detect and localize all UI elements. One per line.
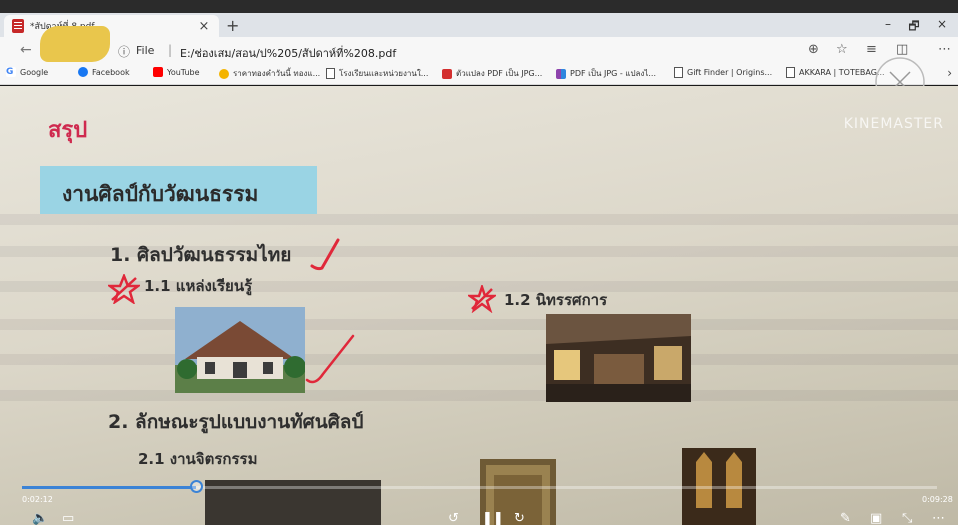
google-icon: G [6, 67, 16, 77]
section-1-heading: 1. ศิลปวัฒนธรรมไทย [110, 244, 292, 266]
address-url[interactable]: E:/ช่องเสม/สอน/ป%205/สัปดาห์ที่%208.pdf [180, 44, 396, 62]
pause-icon[interactable]: ❚❚ [482, 511, 504, 525]
kinemaster-watermark: KINEMASTER [843, 116, 944, 132]
caption-icon[interactable]: ▭ [62, 511, 74, 525]
summary-label: สรุป [48, 118, 88, 143]
favorite-star-icon[interactable]: ☆ [836, 42, 848, 57]
check-mark-icon [305, 334, 355, 384]
tab-bar: *สัปดาห์ที่ 8.pdf × + – 🗗 × [0, 13, 958, 37]
exhibition-photo [546, 314, 691, 402]
player-more-icon[interactable]: ⋯ [932, 511, 945, 525]
section-2-heading: 2. ลักษณะรูปแบบงานทัศนศิลป์ [108, 411, 364, 433]
current-time: 0:02:12 [22, 495, 53, 504]
zoom-icon[interactable]: ⊕ [808, 42, 819, 57]
window-top-strip [0, 0, 958, 13]
bookmarks-bar: G Google Facebook YouTube ราคาทองคำวันนี… [0, 63, 958, 85]
bookmark-google[interactable]: G Google [6, 67, 48, 77]
bookmark-schools[interactable]: โรงเรียนและหน่วยงานใ... [326, 67, 428, 80]
page-icon [326, 68, 335, 79]
bookmarks-more-icon[interactable]: › [947, 66, 952, 80]
minimize-player-icon[interactable]: ⤡ [902, 511, 912, 525]
more-icon[interactable]: ⋯ [938, 42, 951, 57]
bleed-through-line [0, 354, 958, 365]
summary-badge [40, 26, 110, 62]
converter-icon [556, 68, 566, 79]
close-window-button[interactable]: × [932, 17, 952, 31]
page-title: งานศิลป์กับวัฒนธรรม [62, 182, 259, 206]
screen-icon[interactable]: ▣ [870, 511, 882, 525]
red-star-icon [468, 285, 496, 313]
check-mark-icon [310, 238, 340, 271]
forward-icon[interactable]: ↻ [514, 511, 525, 525]
edit-icon[interactable]: ✎ [840, 511, 851, 525]
total-time: 0:09:28 [922, 495, 953, 504]
pdf-icon [442, 68, 452, 79]
bookmark-gold-price[interactable]: ราคาทองคำวันนี้ ทองแ... [219, 67, 320, 80]
browser-tab-active[interactable]: *สัปดาห์ที่ 8.pdf × [4, 15, 219, 37]
section-1-1-heading: 1.1 แหล่งเรียนรู้ [144, 277, 253, 295]
video-progress-knob[interactable] [190, 480, 203, 493]
back-arrow-icon[interactable]: ← [20, 42, 32, 58]
bookmark-facebook[interactable]: Facebook [78, 67, 130, 77]
minimize-button[interactable]: – [878, 17, 898, 31]
pdf-file-icon [12, 19, 24, 33]
section-2-1-heading: 2.1 งานจิตรกรรม [138, 450, 258, 468]
site-info-icon[interactable]: ⓘ [118, 43, 130, 60]
gold-price-icon [219, 68, 229, 79]
page-icon [674, 67, 683, 78]
restore-button[interactable]: 🗗 [904, 17, 924, 38]
bookmark-pdf-converter[interactable]: ตัวแปลง PDF เป็น JPG... [442, 67, 542, 80]
bleed-through-line [0, 319, 958, 330]
bookmark-youtube[interactable]: YouTube [153, 67, 200, 77]
new-tab-button[interactable]: + [226, 16, 239, 35]
facebook-icon [78, 67, 88, 77]
bookmark-pdf-to-jpg[interactable]: PDF เป็น JPG - แปลงไ... [556, 67, 656, 80]
address-separator: | [168, 43, 173, 57]
learning-center-photo [175, 307, 305, 393]
address-scheme-label: File [136, 44, 155, 57]
bleed-through-line [0, 390, 958, 401]
youtube-icon [153, 67, 163, 77]
mute-icon[interactable]: 🔈 [32, 511, 48, 525]
video-progress-fill [22, 486, 196, 489]
section-1-2-heading: 1.2 นิทรรศการ [504, 291, 608, 309]
tab-close-button[interactable]: × [197, 19, 211, 34]
rewind-icon[interactable]: ↺ [448, 511, 459, 525]
page-icon [786, 67, 795, 78]
bookmark-gift-finder[interactable]: Gift Finder | Origins... [674, 67, 772, 78]
address-bar-row: ← → ↻ ⓘ File | E:/ช่องเสม/สอน/ป%205/สัปด… [0, 37, 958, 63]
bleed-through-line [0, 214, 958, 225]
red-star-icon [108, 274, 140, 304]
